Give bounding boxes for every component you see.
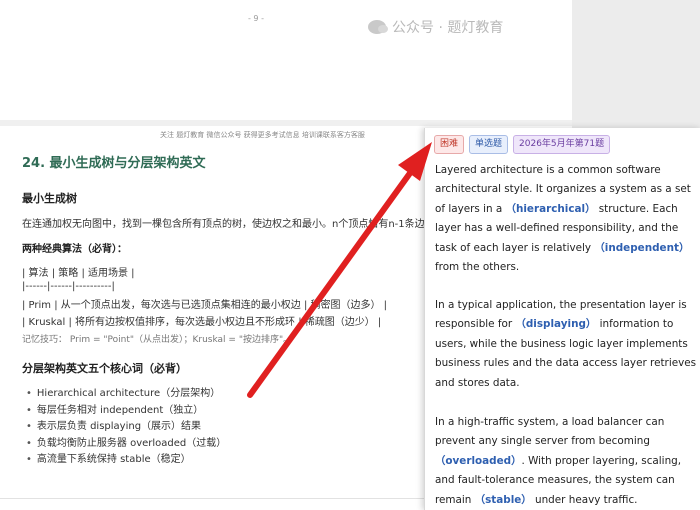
page-number: - 9 - [248,14,264,23]
passage-paragraph-3: In a high-traffic system, a load balance… [435,413,697,510]
keyword-hierarchical: （hierarchical） [505,202,596,215]
section-title: 24. 最小生成树与分层架构英文 [22,156,206,171]
table-header: | 算法 | 策略 | 适用场景 | [22,268,135,279]
page-gap [0,120,572,126]
page-header-note: 关注 题灯教育 微信公众号 获得更多考试信息 培训课联系客方客服 [160,131,365,139]
question-type-tag[interactable]: 单选题 [469,135,509,154]
passage-paragraph-2: In a typical application, the presentati… [435,296,697,393]
wechat-icon [368,20,388,34]
arch-word-list: Hierarchical architecture（分层架构） 每层任务相对 i… [26,386,226,469]
passage-text: In a high-traffic system, a load balance… [435,416,665,448]
table-divider: |------|------|----------| [22,281,115,292]
exam-source-tag[interactable]: 2026年5月年第71题 [513,135,611,154]
mst-heading: 最小生成树 [22,192,77,205]
mst-definition: 在连通加权无向图中，找到一棵包含所有顶点的树，使边权之和最小。n个顶点恰有n-1… [22,219,435,230]
question-card: 困难 单选题 2026年5月年第71题 Layered architecture… [424,128,700,510]
keyword-stable: （stable） [474,493,532,506]
watermark-text: 公众号 · 题灯教育 [392,20,504,36]
tag-row: 困难 单选题 2026年5月年第71题 [434,135,611,154]
list-item: 表示层负责 displaying（展示）结果 [26,419,226,436]
algorithms-heading: 两种经典算法（必背）： [22,244,127,255]
watermark: 公众号 · 题灯教育 [368,17,503,37]
memory-tip: 记忆技巧： Prim = "Point"（从点出发）；Kruskal = "按边… [22,335,293,345]
list-item: 高流量下系统保持 stable（稳定） [26,452,226,469]
keyword-independent: （independent） [594,241,690,254]
arch-heading: 分层架构英文五个核心词（必背） [22,362,187,375]
keyword-overloaded: （overloaded） [435,454,522,467]
previous-page-bottom: - 9 - 公众号 · 题灯教育 [0,0,572,120]
passage-text: from the others. [435,261,520,274]
passage-text: under heavy traffic. [531,493,638,506]
difficulty-tag[interactable]: 困难 [434,135,465,154]
table-row-kruskal: | Kruskal | 将所有边按权值排序，每次选最小权边且不形成环 | 稀疏图… [22,317,382,328]
keyword-displaying: （displaying） [515,318,597,331]
list-item: 每层任务相对 independent（独立） [26,403,226,420]
table-row-prim: | Prim | 从一个顶点出发，每次选与已选顶点集相连的最小权边 | 稠密图（… [22,300,388,311]
passage-paragraph-1: Layered architecture is a common softwar… [435,161,697,277]
list-item: 负载均衡防止服务器 overloaded（过载） [26,436,226,453]
list-item: Hierarchical architecture（分层架构） [26,386,226,403]
